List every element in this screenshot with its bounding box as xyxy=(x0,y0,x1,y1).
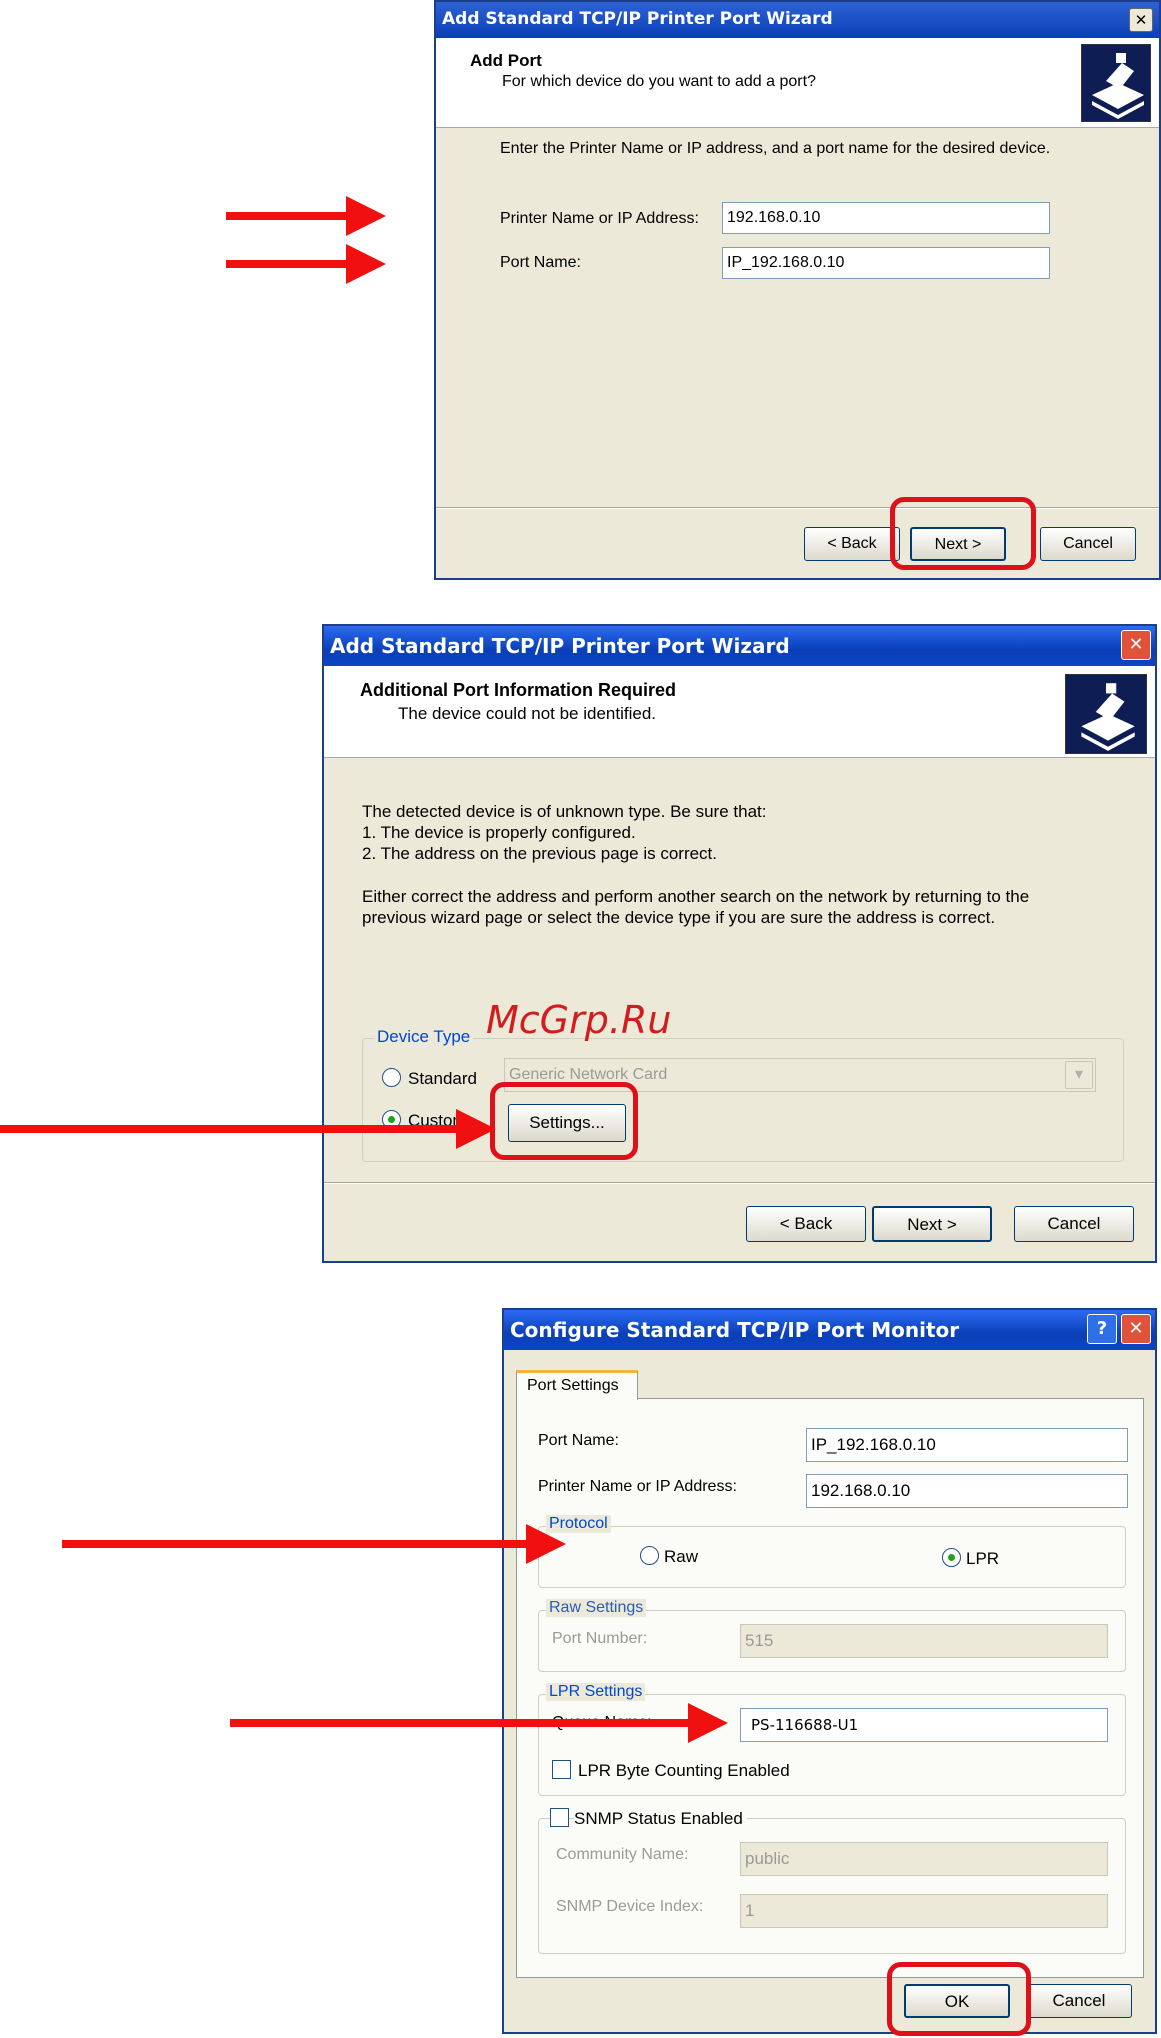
title-bar: Configure Standard TCP/IP Port Monitor ?… xyxy=(504,1310,1155,1350)
lpr-label: LPR xyxy=(966,1549,1000,1568)
port-monitor-window: Configure Standard TCP/IP Port Monitor ?… xyxy=(502,1308,1157,2034)
body-text-line: The detected device is of unknown type. … xyxy=(362,802,767,821)
raw-radio[interactable] xyxy=(640,1546,659,1565)
button-separator xyxy=(324,1182,1155,1184)
arrow-right-icon xyxy=(226,196,386,236)
settings-button-highlight xyxy=(490,1082,638,1160)
instruction-text: Enter the Printer Name or IP address, an… xyxy=(500,140,1051,157)
chevron-down-icon: ▾ xyxy=(1065,1061,1093,1089)
standard-device-value: Generic Network Card xyxy=(509,1066,668,1083)
arrow-right-icon xyxy=(62,1524,566,1564)
device-index-input: 1 xyxy=(740,1894,1108,1928)
printer-name-label: Printer Name or IP Address: xyxy=(538,1478,737,1495)
tab-port-settings[interactable]: Port Settings xyxy=(516,1370,638,1400)
arrow-right-icon xyxy=(230,1703,728,1743)
byte-counting-label: LPR Byte Counting Enabled xyxy=(578,1761,790,1780)
button-separator xyxy=(436,507,1159,509)
community-name-input: public xyxy=(740,1842,1108,1876)
printer-name-input[interactable]: 192.168.0.10 xyxy=(806,1474,1128,1508)
next-button[interactable]: Next > xyxy=(872,1206,992,1242)
wizard-header: Additional Port Information Required The… xyxy=(324,666,1155,758)
community-name-label: Community Name: xyxy=(556,1846,689,1863)
window-title: Configure Standard TCP/IP Port Monitor xyxy=(510,1318,960,1342)
cancel-button[interactable]: Cancel xyxy=(1040,527,1136,561)
next-button-highlight xyxy=(890,497,1036,570)
close-icon[interactable]: ✕ xyxy=(1121,630,1151,660)
arrow-right-icon xyxy=(226,244,386,284)
byte-counting-checkbox[interactable] xyxy=(552,1760,571,1779)
help-icon[interactable]: ? xyxy=(1087,1314,1117,1344)
wizard-add-port-window: Add Standard TCP/IP Printer Port Wizard … xyxy=(434,0,1161,580)
queue-name-input[interactable]: PS-116688-U1 xyxy=(740,1708,1108,1742)
header-title: Add Port xyxy=(470,51,542,70)
body-text-line: previous wizard page or select the devic… xyxy=(362,908,996,927)
port-name-label: Port Name: xyxy=(538,1432,619,1449)
back-button[interactable]: < Back xyxy=(804,527,900,561)
snmp-checkbox[interactable] xyxy=(550,1808,569,1827)
standard-label: Standard xyxy=(408,1069,477,1088)
body-text-line: 1. The device is properly configured. xyxy=(362,823,636,842)
window-title: Add Standard TCP/IP Printer Port Wizard xyxy=(330,634,790,658)
body-text-line: Either correct the address and perform a… xyxy=(362,887,1030,906)
wizard-additional-info-window: Add Standard TCP/IP Printer Port Wizard … xyxy=(322,624,1157,1263)
printer-logo-icon xyxy=(1081,44,1151,122)
watermark-text: McGrp.Ru xyxy=(486,998,672,1042)
snmp-group xyxy=(538,1818,1126,1954)
printer-logo-icon xyxy=(1065,674,1147,754)
printer-name-input[interactable]: 192.168.0.10 xyxy=(722,202,1050,234)
port-number-label: Port Number: xyxy=(552,1630,648,1647)
title-bar: Add Standard TCP/IP Printer Port Wizard … xyxy=(324,626,1155,666)
device-type-label: Device Type xyxy=(374,1027,474,1047)
protocol-group xyxy=(538,1526,1126,1588)
lpr-settings-label: LPR Settings xyxy=(546,1683,646,1701)
window-title: Add Standard TCP/IP Printer Port Wizard xyxy=(442,9,833,29)
cancel-button[interactable]: Cancel xyxy=(1014,1206,1134,1242)
header-title: Additional Port Information Required xyxy=(360,680,676,700)
device-index-label: SNMP Device Index: xyxy=(556,1898,704,1915)
printer-name-label: Printer Name or IP Address: xyxy=(500,210,699,227)
port-number-input: 515 xyxy=(740,1624,1108,1658)
header-subtitle: The device could not be identified. xyxy=(398,704,657,723)
arrow-right-icon xyxy=(0,1109,496,1149)
standard-radio[interactable] xyxy=(382,1068,401,1087)
ok-button-highlight xyxy=(887,1962,1031,2036)
lpr-radio[interactable] xyxy=(942,1548,961,1567)
raw-settings-label: Raw Settings xyxy=(546,1599,647,1617)
close-icon[interactable]: ✕ xyxy=(1121,1314,1151,1344)
port-name-input[interactable]: IP_192.168.0.10 xyxy=(806,1428,1128,1462)
raw-label: Raw xyxy=(664,1547,699,1566)
port-name-label: Port Name: xyxy=(500,254,581,271)
cancel-button[interactable]: Cancel xyxy=(1026,1984,1132,2018)
wizard-header: Add Port For which device do you want to… xyxy=(436,38,1159,128)
body-text-line: 2. The address on the previous page is c… xyxy=(362,844,717,863)
title-bar: Add Standard TCP/IP Printer Port Wizard … xyxy=(436,2,1159,38)
port-name-input[interactable]: IP_192.168.0.10 xyxy=(722,247,1050,279)
close-icon[interactable]: ✕ xyxy=(1129,8,1153,32)
header-subtitle: For which device do you want to add a po… xyxy=(502,73,816,90)
back-button[interactable]: < Back xyxy=(746,1206,866,1242)
snmp-label: SNMP Status Enabled xyxy=(574,1809,747,1829)
